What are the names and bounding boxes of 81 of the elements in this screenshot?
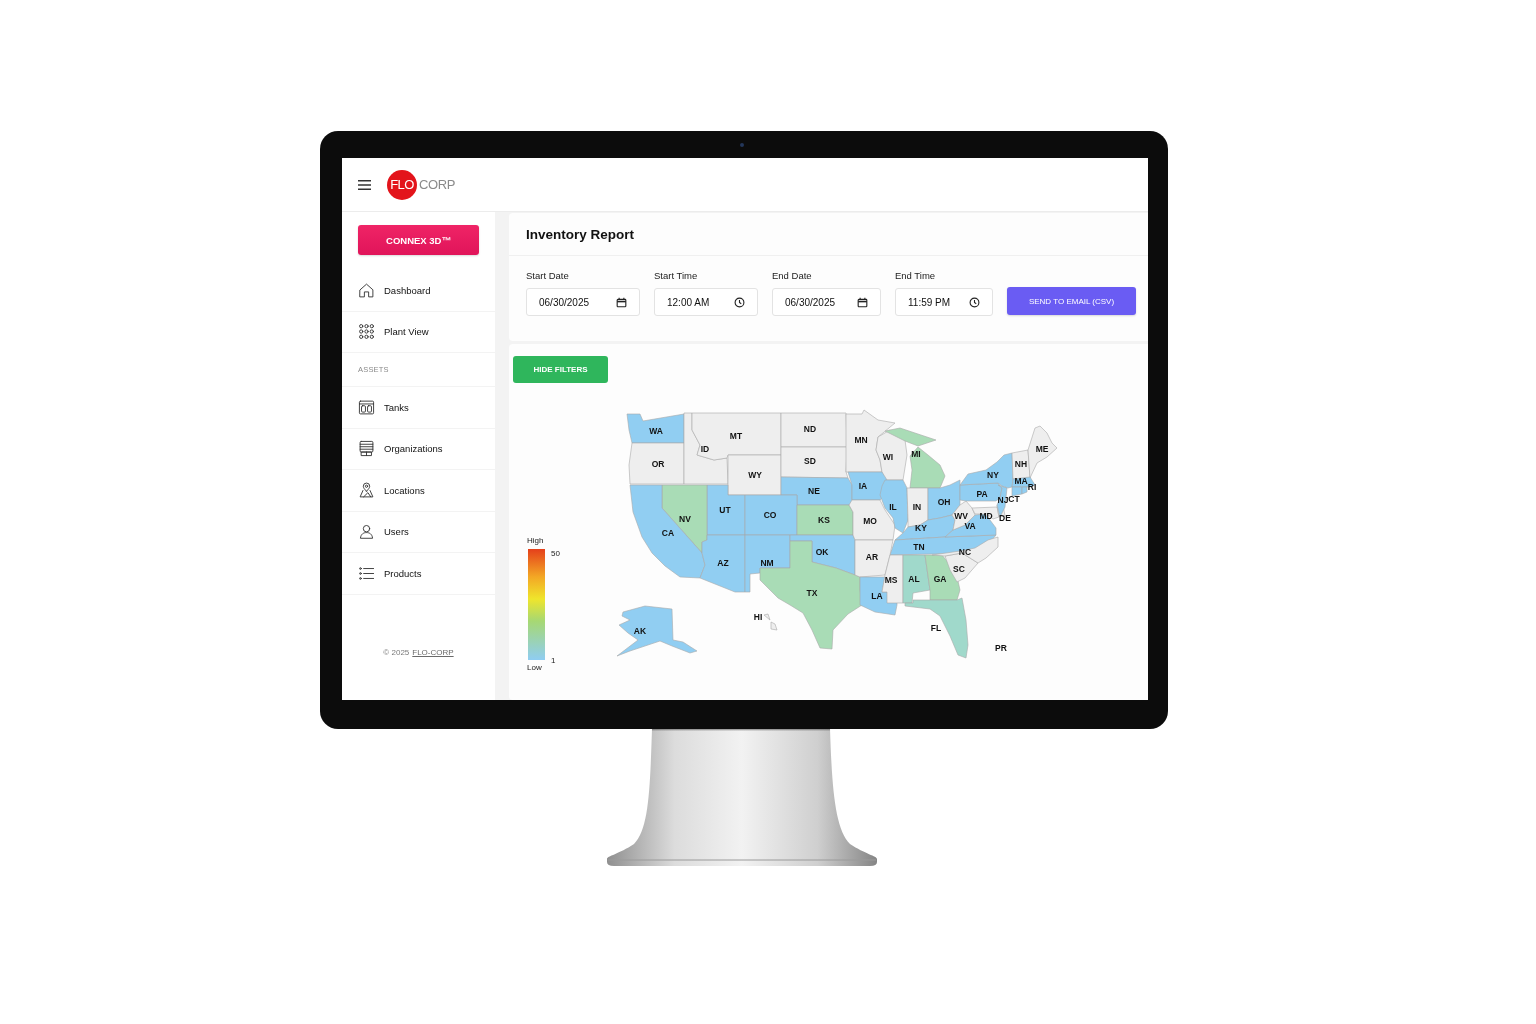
state-label: CT: [1008, 494, 1020, 504]
state-label: UT: [719, 505, 731, 515]
state-label: WI: [882, 452, 894, 462]
state-label: PA: [976, 489, 988, 499]
legend-min-value: 1: [551, 656, 557, 666]
state-label: AZ: [717, 558, 729, 568]
state-label: NY: [987, 470, 999, 480]
state-label: MD: [979, 511, 993, 521]
date-field[interactable]: 06/30/2025: [772, 288, 881, 316]
state-label: NH: [1014, 459, 1028, 469]
page-title: Inventory Report: [526, 226, 634, 242]
state-label: VA: [964, 521, 976, 531]
clock-icon: [734, 296, 745, 308]
state-label: LA: [871, 591, 883, 601]
state-label: OH: [937, 497, 951, 507]
state-label: SC: [953, 564, 965, 574]
time-field[interactable]: 12:00 AM: [654, 288, 758, 316]
state-label: MS: [884, 575, 898, 585]
state-label: AK: [633, 626, 647, 636]
state-label: KY: [915, 523, 927, 533]
panel-icon: [358, 398, 375, 416]
calendar-icon: [616, 296, 627, 308]
state-label: IL: [889, 502, 897, 512]
list-icon: [358, 564, 375, 582]
connex-button[interactable]: CONNEX 3D™: [358, 225, 479, 255]
state-label: NC: [958, 547, 972, 557]
company-link[interactable]: FLO-CORP: [412, 648, 454, 657]
state-label: GA: [933, 574, 947, 584]
state-label: WV: [954, 511, 968, 521]
state-label: WY: [748, 470, 762, 480]
state-label: IN: [912, 502, 922, 512]
state-label: DE: [999, 513, 1011, 523]
state-label: RI: [1027, 482, 1037, 492]
state-label: ME: [1035, 444, 1049, 454]
state-label: MI: [911, 449, 921, 459]
field-label: End Date: [772, 270, 813, 282]
legend-low-label: Low: [527, 663, 543, 673]
user-icon: [358, 523, 375, 541]
home-icon: [358, 281, 375, 299]
ledger-icon: [358, 440, 375, 458]
state-label: CA: [661, 528, 675, 538]
state-label: FL: [930, 623, 942, 633]
state-label: HI: [753, 612, 763, 622]
menu-icon[interactable]: [358, 179, 371, 190]
logo-mark: FLO: [387, 169, 417, 200]
state-label: KS: [818, 515, 830, 525]
state-label: MA: [1014, 476, 1028, 486]
field-label: Start Time: [654, 270, 699, 282]
state-label: MT: [729, 431, 743, 441]
state-label: ID: [700, 444, 710, 454]
state-label: NV: [679, 514, 691, 524]
state-label: SD: [804, 456, 816, 466]
legend-high-label: High: [527, 536, 545, 546]
map-pin-icon: [358, 481, 375, 499]
state-label: TN: [913, 542, 925, 552]
calendar-icon: [857, 296, 868, 308]
state-label: OK: [815, 547, 829, 557]
state-label: NE: [808, 486, 820, 496]
state-label: AL: [908, 574, 920, 584]
state-label: MO: [863, 516, 877, 526]
field-label: End Time: [895, 270, 937, 282]
dot-grid-icon: [358, 323, 375, 341]
clock-icon: [969, 296, 980, 308]
legend-max-value: 50: [551, 549, 560, 559]
send-email-button[interactable]: SEND TO EMAIL (CSV): [1007, 287, 1136, 315]
state-label: CO: [763, 510, 777, 520]
date-field[interactable]: 06/30/2025: [526, 288, 640, 316]
state-label: NM: [760, 558, 774, 568]
state-label: ND: [803, 424, 817, 434]
state-label: PR: [995, 643, 1007, 653]
state-label: NJ: [997, 495, 1009, 505]
copyright-text: © 2025: [383, 648, 410, 657]
camera-dot-icon: [740, 142, 744, 147]
state-label: MN: [854, 435, 868, 445]
state-label: OR: [651, 459, 665, 469]
logo-text: CORP: [419, 177, 455, 192]
time-field[interactable]: 11:59 PM: [895, 288, 993, 316]
state-label: IA: [858, 481, 868, 491]
state-label: WA: [649, 426, 663, 436]
state-label: TX: [806, 588, 818, 598]
field-label: Start Date: [526, 270, 570, 282]
